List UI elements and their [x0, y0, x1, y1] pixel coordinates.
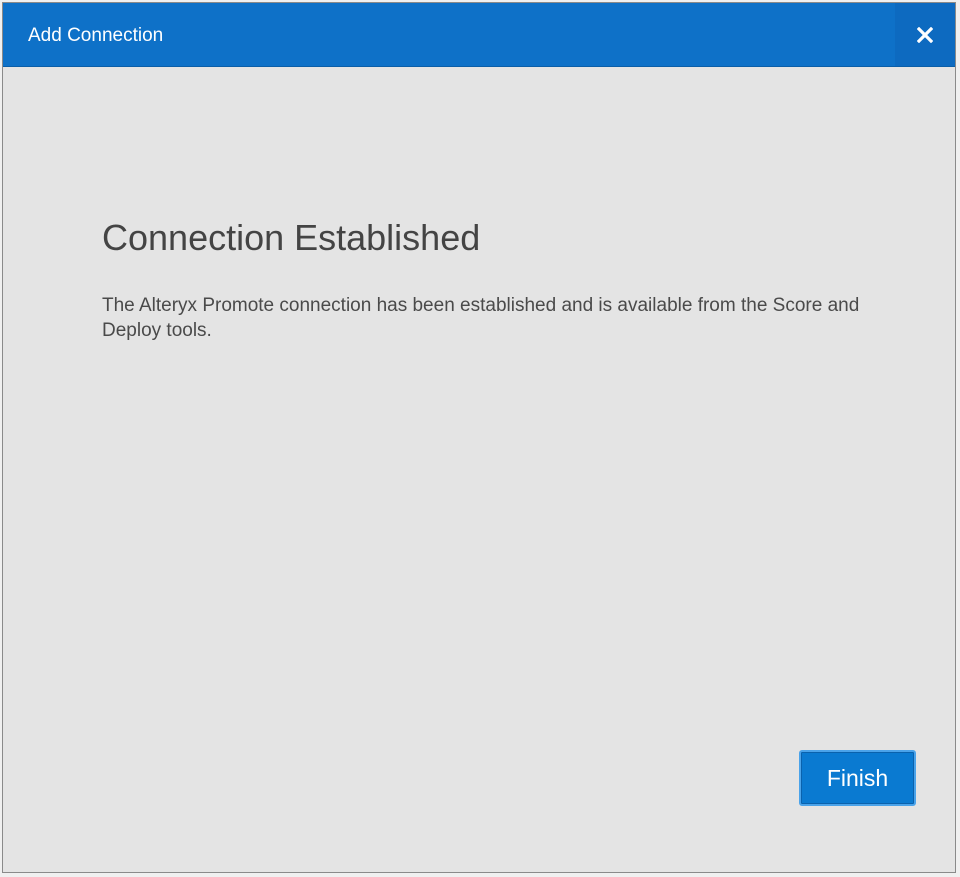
close-icon	[917, 27, 933, 43]
add-connection-dialog: Add Connection Connection Established Th…	[2, 2, 956, 873]
close-button[interactable]	[895, 3, 955, 66]
dialog-title: Add Connection	[28, 25, 164, 46]
finish-button[interactable]: Finish	[799, 750, 916, 806]
page-title: Connection Established	[102, 217, 481, 258]
dialog-titlebar: Add Connection	[3, 3, 955, 67]
status-message: The Alteryx Promote connection has been …	[102, 295, 860, 341]
